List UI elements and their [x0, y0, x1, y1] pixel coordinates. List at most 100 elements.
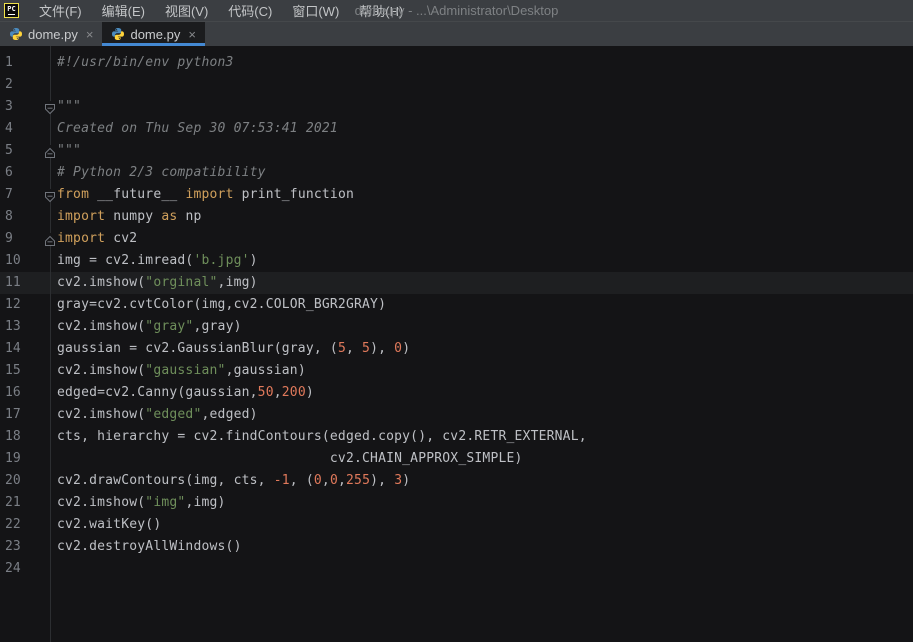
- line-number[interactable]: 15: [0, 360, 50, 382]
- code-line[interactable]: 22cv2.waitKey(): [0, 514, 913, 536]
- line-number[interactable]: 8: [0, 206, 50, 228]
- code-token-code: ,gaussian): [226, 363, 306, 378]
- code-text[interactable]: cv2.imshow("edged",edged): [50, 404, 913, 426]
- line-number[interactable]: 1: [0, 52, 50, 74]
- line-number[interactable]: 9: [0, 228, 50, 250]
- code-token-num: 255: [346, 473, 370, 488]
- line-number[interactable]: 13: [0, 316, 50, 338]
- tab-dome-py-2[interactable]: dome.py ×: [102, 22, 204, 46]
- code-line[interactable]: 17cv2.imshow("edged",edged): [0, 404, 913, 426]
- code-line[interactable]: 14gaussian = cv2.GaussianBlur(gray, (5, …: [0, 338, 913, 360]
- code-text[interactable]: Created on Thu Sep 30 07:53:41 2021: [50, 118, 913, 140]
- code-line[interactable]: 6# Python 2/3 compatibility: [0, 162, 913, 184]
- code-text[interactable]: cv2.waitKey(): [50, 514, 913, 536]
- code-line[interactable]: 19 cv2.CHAIN_APPROX_SIMPLE): [0, 448, 913, 470]
- pycharm-app-icon[interactable]: PC: [4, 3, 19, 18]
- code-text[interactable]: """: [50, 140, 913, 162]
- code-text[interactable]: cv2.imshow("gaussian",gaussian): [50, 360, 913, 382]
- code-text[interactable]: # Python 2/3 compatibility: [50, 162, 913, 184]
- code-rows: 1#!/usr/bin/env python323"""4Created on …: [0, 52, 913, 580]
- line-number[interactable]: 6: [0, 162, 50, 184]
- code-line[interactable]: 2: [0, 74, 913, 96]
- line-number[interactable]: 16: [0, 382, 50, 404]
- line-number[interactable]: 2: [0, 74, 50, 96]
- code-line[interactable]: 8import numpy as np: [0, 206, 913, 228]
- code-token-code: cv2.imshow(: [57, 407, 145, 422]
- line-number[interactable]: 3: [0, 96, 50, 118]
- code-text[interactable]: cts, hierarchy = cv2.findContours(edged.…: [50, 426, 913, 448]
- tab-close-icon[interactable]: ×: [86, 28, 94, 41]
- menu-window[interactable]: 窗口(W): [282, 0, 349, 21]
- code-text[interactable]: cv2.destroyAllWindows(): [50, 536, 913, 558]
- line-number[interactable]: 4: [0, 118, 50, 140]
- code-text[interactable]: [50, 558, 913, 580]
- line-number[interactable]: 12: [0, 294, 50, 316]
- code-text[interactable]: """: [50, 96, 913, 118]
- code-text[interactable]: cv2.CHAIN_APPROX_SIMPLE): [50, 448, 913, 470]
- code-line[interactable]: 18cts, hierarchy = cv2.findContours(edge…: [0, 426, 913, 448]
- line-number[interactable]: 7: [0, 184, 50, 206]
- python-file-icon: [9, 27, 23, 41]
- code-token-kw: as: [161, 209, 177, 224]
- code-token-code: ,img): [218, 275, 258, 290]
- code-line[interactable]: 9import cv2: [0, 228, 913, 250]
- line-number[interactable]: 14: [0, 338, 50, 360]
- code-text[interactable]: cv2.imshow("orginal",img): [50, 272, 913, 294]
- code-text[interactable]: gaussian = cv2.GaussianBlur(gray, (5, 5)…: [50, 338, 913, 360]
- code-token-num: 0: [314, 473, 322, 488]
- code-text[interactable]: gray=cv2.cvtColor(img,cv2.COLOR_BGR2GRAY…: [50, 294, 913, 316]
- line-number[interactable]: 24: [0, 558, 50, 580]
- line-number[interactable]: 19: [0, 448, 50, 470]
- code-line[interactable]: 4Created on Thu Sep 30 07:53:41 2021: [0, 118, 913, 140]
- code-line[interactable]: 24: [0, 558, 913, 580]
- menu-view[interactable]: 视图(V): [155, 0, 218, 21]
- code-line[interactable]: 7from __future__ import print_function: [0, 184, 913, 206]
- tab-close-icon[interactable]: ×: [188, 28, 196, 41]
- code-line[interactable]: 1 #!/usr/bin/env python3: [0, 52, 913, 74]
- code-text[interactable]: cv2.imshow("gray",gray): [50, 316, 913, 338]
- code-line[interactable]: 16edged=cv2.Canny(gaussian,50,200): [0, 382, 913, 404]
- code-line[interactable]: 20cv2.drawContours(img, cts, -1, (0,0,25…: [0, 470, 913, 492]
- code-line[interactable]: 5""": [0, 140, 913, 162]
- code-line[interactable]: 11cv2.imshow("orginal",img): [0, 272, 913, 294]
- code-token-code: ,: [338, 473, 346, 488]
- menu-file[interactable]: 文件(F): [29, 0, 92, 21]
- line-number[interactable]: 22: [0, 514, 50, 536]
- code-line[interactable]: 13cv2.imshow("gray",gray): [0, 316, 913, 338]
- menu-edit[interactable]: 编辑(E): [92, 0, 155, 21]
- code-text[interactable]: img = cv2.imread('b.jpg'): [50, 250, 913, 272]
- code-text[interactable]: import numpy as np: [50, 206, 913, 228]
- line-number[interactable]: 20: [0, 470, 50, 492]
- code-text[interactable]: from __future__ import print_function: [50, 184, 913, 206]
- code-line[interactable]: 10img = cv2.imread('b.jpg'): [0, 250, 913, 272]
- line-number[interactable]: 5: [0, 140, 50, 162]
- code-line[interactable]: 15cv2.imshow("gaussian",gaussian): [0, 360, 913, 382]
- code-token-cmt: #!/usr/bin/env python3: [57, 55, 234, 70]
- code-line[interactable]: 3""": [0, 96, 913, 118]
- line-number[interactable]: 18: [0, 426, 50, 448]
- code-line[interactable]: 12gray=cv2.cvtColor(img,cv2.COLOR_BGR2GR…: [0, 294, 913, 316]
- line-number[interactable]: 10: [0, 250, 50, 272]
- code-text[interactable]: #!/usr/bin/env python3: [50, 52, 913, 74]
- code-editor[interactable]: 1#!/usr/bin/env python323"""4Created on …: [0, 46, 913, 642]
- menu-code[interactable]: 代码(C): [218, 0, 282, 21]
- code-token-kw: import: [57, 209, 105, 224]
- line-number[interactable]: 17: [0, 404, 50, 426]
- code-line[interactable]: 23cv2.destroyAllWindows(): [0, 536, 913, 558]
- code-line[interactable]: 21cv2.imshow("img",img): [0, 492, 913, 514]
- fold-up-icon[interactable]: [44, 233, 56, 245]
- fold-up-icon[interactable]: [44, 145, 56, 157]
- code-text[interactable]: cv2.drawContours(img, cts, -1, (0,0,255)…: [50, 470, 913, 492]
- code-text[interactable]: import cv2: [50, 228, 913, 250]
- fold-down-icon[interactable]: [44, 189, 56, 201]
- code-text[interactable]: [50, 74, 913, 96]
- line-number[interactable]: 11: [0, 272, 50, 294]
- line-number[interactable]: 21: [0, 492, 50, 514]
- code-text[interactable]: cv2.imshow("img",img): [50, 492, 913, 514]
- fold-down-icon[interactable]: [44, 101, 56, 113]
- code-token-code: cv2: [105, 231, 137, 246]
- code-text[interactable]: edged=cv2.Canny(gaussian,50,200): [50, 382, 913, 404]
- code-token-code: cv2.imshow(: [57, 275, 145, 290]
- tab-dome-py-1[interactable]: dome.py ×: [0, 22, 102, 46]
- line-number[interactable]: 23: [0, 536, 50, 558]
